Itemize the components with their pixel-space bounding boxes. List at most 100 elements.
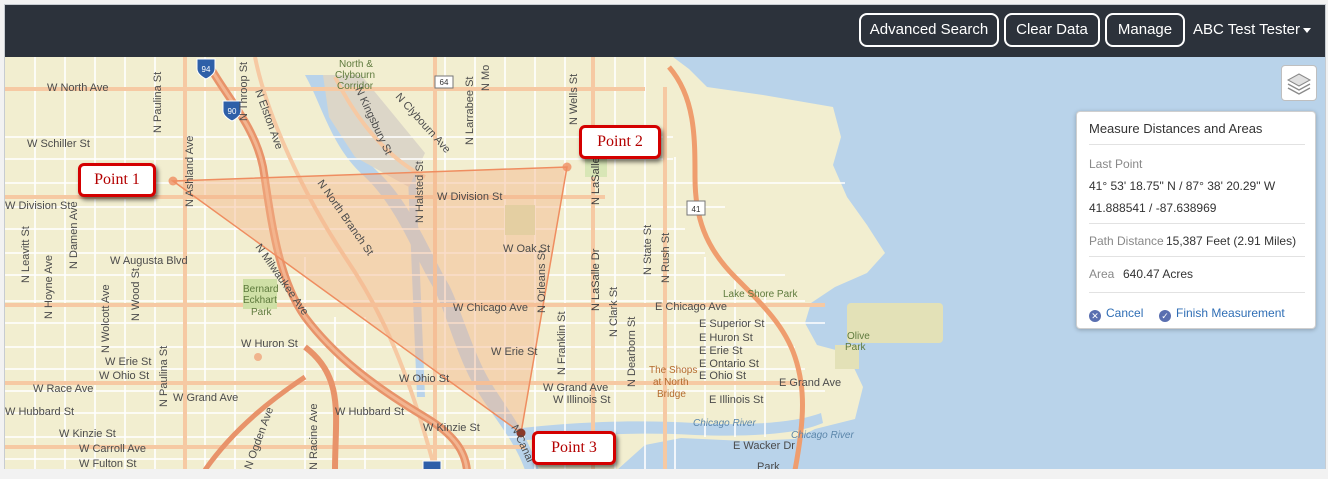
svg-text:N Wood St: N Wood St xyxy=(130,268,142,321)
svg-text:W Grand Ave: W Grand Ave xyxy=(173,392,238,404)
svg-text:Bridge: Bridge xyxy=(657,389,686,400)
user-menu[interactable]: ABC Test Tester xyxy=(1193,13,1311,47)
svg-text:W North Ave: W North Ave xyxy=(47,82,109,94)
svg-text:N Paulina St: N Paulina St xyxy=(152,72,164,133)
svg-text:W Kinzie St: W Kinzie St xyxy=(59,428,116,440)
svg-text:W Carroll Ave: W Carroll Ave xyxy=(79,443,146,455)
svg-text:N Throop St: N Throop St xyxy=(238,62,250,121)
svg-text:The Shops: The Shops xyxy=(649,365,697,376)
svg-text:E Ontario St: E Ontario St xyxy=(699,358,759,370)
svg-text:W Chicago Ave: W Chicago Ave xyxy=(453,302,528,314)
cancel-label: Cancel xyxy=(1106,306,1144,320)
svg-text:64: 64 xyxy=(440,78,449,87)
divider xyxy=(1089,256,1305,257)
cancel-icon: ✕ xyxy=(1089,310,1101,322)
svg-text:Bernard: Bernard xyxy=(243,284,279,295)
check-icon: ✓ xyxy=(1159,310,1171,322)
svg-text:Olive: Olive xyxy=(847,331,870,342)
svg-text:E Erie St: E Erie St xyxy=(699,345,742,357)
area-label: Area xyxy=(1089,267,1115,281)
svg-text:N LaSalle Dr: N LaSalle Dr xyxy=(590,248,602,311)
route-64-shield: 64 xyxy=(434,75,454,89)
svg-text:E Superior St: E Superior St xyxy=(699,318,764,330)
svg-text:E Ohio St: E Ohio St xyxy=(699,370,746,382)
svg-text:N Franklin St: N Franklin St xyxy=(556,311,568,375)
svg-text:Clybourn: Clybourn xyxy=(335,70,375,81)
svg-text:94: 94 xyxy=(202,65,211,74)
svg-text:N State St: N State St xyxy=(642,225,654,275)
svg-text:W Erie St: W Erie St xyxy=(491,346,537,358)
svg-text:N Rush St: N Rush St xyxy=(660,233,672,283)
svg-text:Eckhart: Eckhart xyxy=(243,295,277,306)
svg-text:E Illinois St: E Illinois St xyxy=(709,394,763,406)
svg-text:N Ashland Ave: N Ashland Ave xyxy=(184,136,196,207)
svg-text:North &: North & xyxy=(339,59,373,70)
svg-text:N Halsted St: N Halsted St xyxy=(414,161,426,223)
map-view[interactable]: 94 90 64 41 W North Ave W Schiller St W … xyxy=(5,57,1325,470)
svg-text:W Illinois St: W Illinois St xyxy=(553,394,610,406)
svg-text:Chicago River: Chicago River xyxy=(693,418,756,429)
svg-text:90: 90 xyxy=(228,107,237,116)
point-3-callout: Point 3 xyxy=(532,431,616,465)
svg-text:N Clark St: N Clark St xyxy=(608,287,620,337)
svg-text:N Orleans St: N Orleans St xyxy=(536,250,548,313)
caret-down-icon xyxy=(1303,27,1311,33)
svg-text:N Wolcott Ave: N Wolcott Ave xyxy=(100,284,112,353)
svg-text:E Chicago Ave: E Chicago Ave xyxy=(655,301,727,313)
svg-text:N Dearborn St: N Dearborn St xyxy=(626,317,638,387)
svg-text:N Mo: N Mo xyxy=(480,65,492,91)
svg-text:N Hoyne Ave: N Hoyne Ave xyxy=(43,255,55,319)
bottom-strip xyxy=(0,469,1328,479)
finish-measurement-button[interactable]: ✓ Finish Measurement xyxy=(1159,306,1285,322)
svg-text:N Damen Ave: N Damen Ave xyxy=(68,201,80,269)
area-value: 640.47 Acres xyxy=(1123,267,1194,281)
svg-text:W Huron St: W Huron St xyxy=(241,338,298,350)
cancel-button[interactable]: ✕ Cancel xyxy=(1089,306,1143,322)
svg-text:N Leavitt St: N Leavitt St xyxy=(20,226,32,283)
last-point-label: Last Point xyxy=(1089,157,1143,171)
user-name: ABC Test Tester xyxy=(1193,21,1300,38)
svg-text:N Larrabee St: N Larrabee St xyxy=(464,77,476,145)
svg-text:N Racine Ave: N Racine Ave xyxy=(308,404,320,470)
divider xyxy=(1089,144,1305,145)
layers-button[interactable] xyxy=(1281,65,1317,101)
measure-panel: Measure Distances and Areas Last Point 4… xyxy=(1076,111,1316,329)
svg-text:W Schiller St: W Schiller St xyxy=(27,138,90,150)
svg-text:W Erie St: W Erie St xyxy=(105,356,151,368)
finish-label: Finish Measurement xyxy=(1176,306,1285,320)
svg-text:41: 41 xyxy=(692,205,701,214)
top-navbar: Advanced Search Clear Data Manage ABC Te… xyxy=(5,5,1325,57)
measure-panel-title: Measure Distances and Areas xyxy=(1089,121,1263,136)
svg-text:W Augusta Blvd: W Augusta Blvd xyxy=(110,255,188,267)
layers-icon xyxy=(1286,73,1312,95)
advanced-search-button[interactable]: Advanced Search xyxy=(859,13,999,47)
svg-text:W Ohio St: W Ohio St xyxy=(399,373,449,385)
path-distance-label: Path Distance xyxy=(1089,234,1164,248)
svg-text:W Kinzie St: W Kinzie St xyxy=(423,422,480,434)
svg-text:W Hubbard St: W Hubbard St xyxy=(5,406,74,418)
svg-text:Park: Park xyxy=(251,307,273,318)
svg-text:N Paulina St: N Paulina St xyxy=(158,346,170,407)
svg-text:E Wacker Dr: E Wacker Dr xyxy=(733,440,795,452)
route-41-shield: 41 xyxy=(686,200,706,216)
clear-data-button[interactable]: Clear Data xyxy=(1004,13,1100,47)
manage-button[interactable]: Manage xyxy=(1105,13,1185,47)
point-1-callout: Point 1 xyxy=(78,163,156,197)
svg-text:at North: at North xyxy=(653,377,689,388)
svg-text:Park: Park xyxy=(845,342,867,353)
svg-text:Corridor: Corridor xyxy=(337,81,374,92)
divider xyxy=(1089,223,1305,224)
svg-text:W Division St: W Division St xyxy=(437,191,502,203)
svg-text:Lake Shore Park: Lake Shore Park xyxy=(723,289,798,300)
svg-text:E Grand Ave: E Grand Ave xyxy=(779,377,841,389)
point-2-callout: Point 2 xyxy=(579,125,661,159)
last-point-dms: 41° 53' 18.75" N / 87° 38' 20.29" W xyxy=(1089,179,1276,193)
svg-text:W Grand Ave: W Grand Ave xyxy=(543,382,608,394)
svg-text:W Hubbard St: W Hubbard St xyxy=(335,406,404,418)
svg-text:W Ohio St: W Ohio St xyxy=(99,370,149,382)
svg-text:E Huron St: E Huron St xyxy=(699,332,753,344)
svg-text:N Wells St: N Wells St xyxy=(568,74,580,125)
svg-text:Chicago River: Chicago River xyxy=(791,430,854,441)
svg-text:W Race Ave: W Race Ave xyxy=(33,383,93,395)
app-frame: Advanced Search Clear Data Manage ABC Te… xyxy=(4,4,1326,471)
